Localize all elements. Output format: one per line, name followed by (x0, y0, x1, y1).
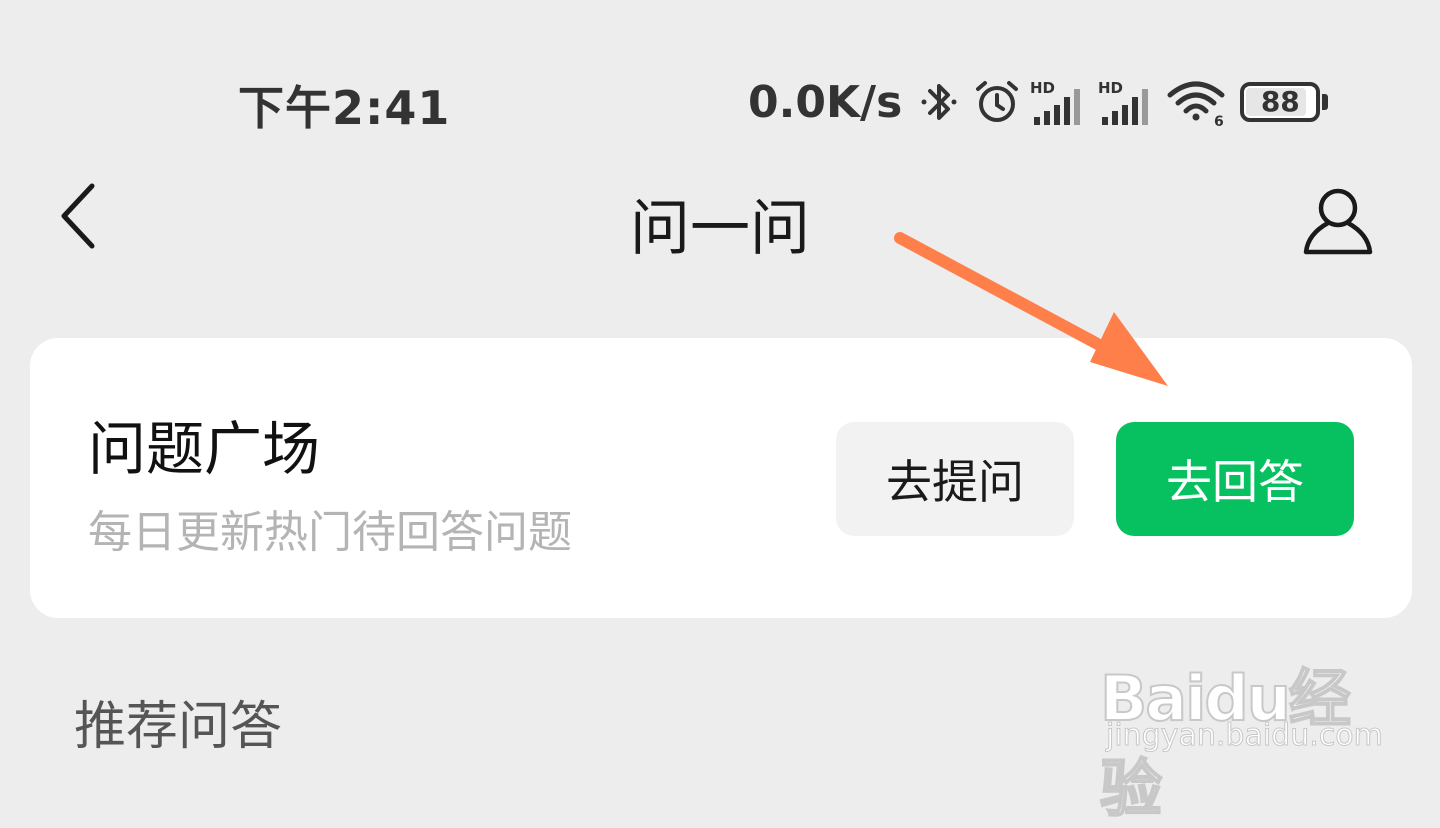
recommended-qa-title: 推荐问答 (74, 697, 283, 757)
wifi-6-icon: 6 (1167, 81, 1225, 127)
watermark-logo: Baidu经验 (1099, 661, 1352, 826)
signal-hd-icon: HD (1030, 79, 1081, 125)
bluetooth-icon (921, 84, 957, 120)
status-indicators: 0.0K/s HD HD 6 88 (748, 70, 1329, 134)
ask-question-button[interactable]: 去提问 (836, 422, 1074, 536)
svg-text:6: 6 (1214, 114, 1224, 127)
baidu-watermark: Baidu经验 jingyan.baidu.com (1099, 630, 1390, 826)
card-title: 问题广场 (88, 415, 321, 483)
status-time: 下午2:41 (238, 81, 451, 135)
card-subtitle: 每日更新热门待回答问题 (88, 507, 572, 558)
svg-text:HD: HD (1098, 79, 1123, 97)
alarm-icon (976, 81, 1019, 122)
profile-button[interactable] (1298, 186, 1378, 256)
battery-icon: 88 (1240, 82, 1329, 122)
network-speed: 0.0K/s (748, 76, 903, 128)
person-icon (1303, 188, 1373, 255)
answer-question-button[interactable]: 去回答 (1116, 422, 1354, 536)
question-square-card: 问题广场 每日更新热门待回答问题 去提问 去回答 (30, 338, 1412, 618)
svg-text:HD: HD (1030, 79, 1055, 97)
battery-level: 88 (1260, 85, 1300, 118)
watermark-url: jingyan.baidu.com (1106, 718, 1384, 754)
page-title: 问一问 (630, 194, 810, 264)
signal-hd-icon: HD (1098, 79, 1149, 125)
nav-bar: 问一问 (0, 140, 1440, 290)
status-bar: 下午2:41 0.0K/s HD HD 6 88 (0, 0, 1440, 140)
